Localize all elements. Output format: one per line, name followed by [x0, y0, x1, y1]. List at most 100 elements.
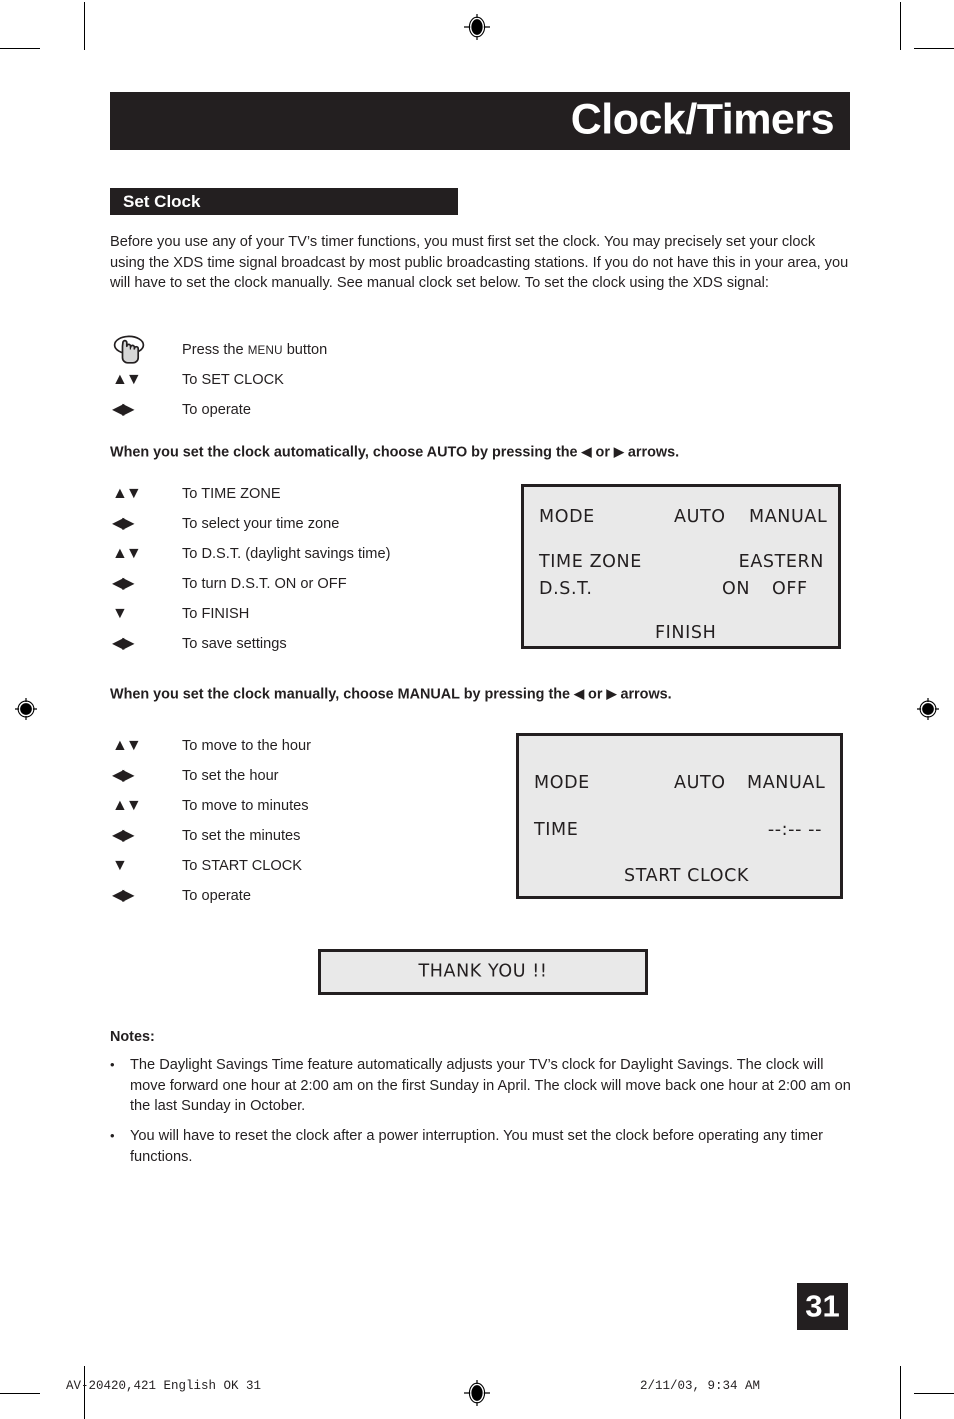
- notes-heading: Notes:: [110, 1029, 155, 1045]
- page-number: 31: [805, 1287, 840, 1323]
- lead-after: arrows.: [616, 686, 672, 703]
- left-right-arrows-icon: ◀▶: [110, 768, 182, 784]
- osd-mode-option-auto[interactable]: AUTO: [674, 508, 726, 527]
- manual-page: Clock/Timers Set Clock Before you use an…: [0, 0, 954, 1419]
- step-label-after: button: [282, 341, 328, 358]
- osd-time-zone-value[interactable]: EASTERN: [739, 553, 824, 572]
- auto-mode-lead-sentence: When you set the clock automatically, ch…: [110, 445, 679, 460]
- printer-footer-right: 2/11/03, 9:34 AM: [640, 1379, 761, 1393]
- manual-mode-lead-sentence: When you set the clock manually, choose …: [110, 687, 672, 702]
- left-right-arrows-icon: ◀▶: [110, 888, 182, 904]
- osd-time-zone-label: TIME ZONE: [539, 552, 642, 572]
- crop-mark-right-top: [914, 48, 954, 49]
- osd-start-clock-button[interactable]: START CLOCK: [624, 867, 749, 886]
- bullet-icon: •: [110, 1057, 115, 1072]
- step-row: Press the MENU button: [110, 335, 327, 365]
- crop-mark-left-bottom: [0, 1393, 40, 1394]
- step-key-glyph: ▼: [112, 605, 128, 622]
- osd-dst-option-off[interactable]: OFF: [772, 580, 808, 599]
- hand-press-icon: [113, 335, 145, 364]
- step-key-glyph: ▲▼: [112, 485, 142, 502]
- left-arrow-icon: ◀: [581, 444, 592, 459]
- osd-time-value[interactable]: --:-- --: [768, 821, 822, 840]
- up-down-arrows-icon: ▲▼: [110, 798, 182, 814]
- step-key-glyph: ◀▶: [112, 515, 135, 532]
- osd-mode-option-auto[interactable]: AUTO: [674, 774, 726, 793]
- left-right-arrows-icon: ◀▶: [110, 636, 182, 652]
- step-row: ◀▶ To set the hour: [110, 761, 311, 791]
- step-row: ▲▼ To SET CLOCK: [110, 365, 327, 395]
- step-key-glyph: ◀▶: [112, 635, 135, 652]
- step-label: To D.S.T. (daylight savings time): [182, 545, 391, 562]
- right-arrow-icon: ▶: [613, 444, 624, 459]
- step-key-glyph: ◀▶: [112, 575, 135, 592]
- step-label: To FINISH: [182, 605, 250, 622]
- step-key-glyph: ◀▶: [112, 887, 135, 904]
- step-label: Press the MENU button: [182, 341, 328, 358]
- step-key-glyph: ▲▼: [112, 371, 142, 388]
- osd-mode-option-manual[interactable]: MANUAL: [749, 508, 827, 527]
- crop-mark-left-top: [0, 48, 40, 49]
- step-label: To TIME ZONE: [182, 485, 281, 502]
- step-key-glyph: ◀▶: [112, 827, 135, 844]
- up-down-arrows-icon: ▲▼: [110, 372, 182, 388]
- up-down-arrows-icon: ▲▼: [110, 738, 182, 754]
- note-text: You will have to reset the clock after a…: [130, 1128, 824, 1165]
- osd-dst-option-on[interactable]: ON: [722, 580, 750, 599]
- left-arrow-icon: ◀: [574, 686, 585, 701]
- printer-footer-left: AV-20420,421 English OK 31: [66, 1379, 262, 1393]
- manual-mode-step-list: ▲▼ To move to the hour ◀▶ To set the hou…: [110, 731, 311, 911]
- step-row: ◀▶ To operate: [110, 395, 327, 425]
- note-text: The Daylight Savings Time feature automa…: [130, 1057, 851, 1115]
- auto-mode-step-list: ▲▼ To TIME ZONE ◀▶ To select your time z…: [110, 479, 390, 659]
- osd-mode-option-manual[interactable]: MANUAL: [747, 774, 825, 793]
- osd-mode-label: MODE: [534, 773, 590, 793]
- auto-mode-osd-screen: MODE AUTO MANUAL TIME ZONE EASTERN D.S.T…: [521, 484, 841, 649]
- step-label: To START CLOCK: [182, 857, 303, 874]
- step-label: To operate: [182, 401, 251, 418]
- page-title-banner: Clock/Timers: [110, 92, 850, 150]
- registration-mark-left: [15, 698, 37, 720]
- note-list-item: • The Daylight Savings Time feature auto…: [110, 1055, 852, 1117]
- step-row: ◀▶ To operate: [110, 881, 311, 911]
- osd-finish-button[interactable]: FINISH: [655, 624, 716, 643]
- lead-before: When you set the clock manually, choose …: [110, 686, 575, 703]
- lead-mid: or: [584, 686, 607, 703]
- step-key-glyph: ▲▼: [112, 545, 142, 562]
- step-label-before: Press the: [182, 341, 248, 358]
- up-down-arrows-icon: ▲▼: [110, 486, 182, 502]
- step-row: ◀▶ To turn D.S.T. ON or OFF: [110, 569, 390, 599]
- step-row: ▲▼ To move to minutes: [110, 791, 311, 821]
- step-label: To set the hour: [182, 767, 279, 784]
- intro-paragraph: Before you use any of your TV’s timer fu…: [110, 234, 849, 292]
- manual-mode-osd-screen: MODE AUTO MANUAL TIME --:-- -- START CLO…: [516, 733, 843, 899]
- step-key: [110, 334, 182, 366]
- step-label: To set the minutes: [182, 827, 301, 844]
- note-list-item: • You will have to reset the clock after…: [110, 1126, 852, 1167]
- lead-after: arrows.: [623, 444, 680, 461]
- osd-mode-label: MODE: [539, 507, 595, 527]
- page-title: Clock/Timers: [570, 95, 835, 144]
- lead-mid: or: [591, 444, 614, 461]
- crop-mark-right-bottom: [914, 1393, 954, 1394]
- menu-access-step-list: Press the MENU button ▲▼ To SET CLOCK ◀▶…: [110, 335, 327, 425]
- step-key-glyph: ▲▼: [112, 797, 142, 814]
- step-row: ▼ To START CLOCK: [110, 851, 311, 881]
- step-label: To operate: [182, 887, 251, 904]
- step-label: To select your time zone: [182, 515, 340, 532]
- step-label: To SET CLOCK: [182, 371, 284, 388]
- step-key-glyph: ▲▼: [112, 737, 142, 754]
- right-arrow-icon: ▶: [606, 686, 617, 701]
- lead-before: When you set the clock automatically, ch…: [110, 444, 582, 461]
- left-right-arrows-icon: ◀▶: [110, 828, 182, 844]
- osd-time-label: TIME: [534, 820, 579, 840]
- up-down-arrows-icon: ▲▼: [110, 546, 182, 562]
- left-right-arrows-icon: ◀▶: [110, 402, 182, 418]
- thank-you-osd-screen: THANK YOU !!: [318, 949, 648, 995]
- step-label-smallcaps: MENU: [247, 343, 283, 357]
- crop-mark-bottom-right: [900, 1366, 901, 1419]
- step-label: To save settings: [182, 635, 287, 652]
- crop-mark-top-left: [84, 2, 85, 50]
- step-key-glyph: ◀▶: [112, 401, 135, 418]
- down-arrow-icon: ▼: [110, 858, 182, 874]
